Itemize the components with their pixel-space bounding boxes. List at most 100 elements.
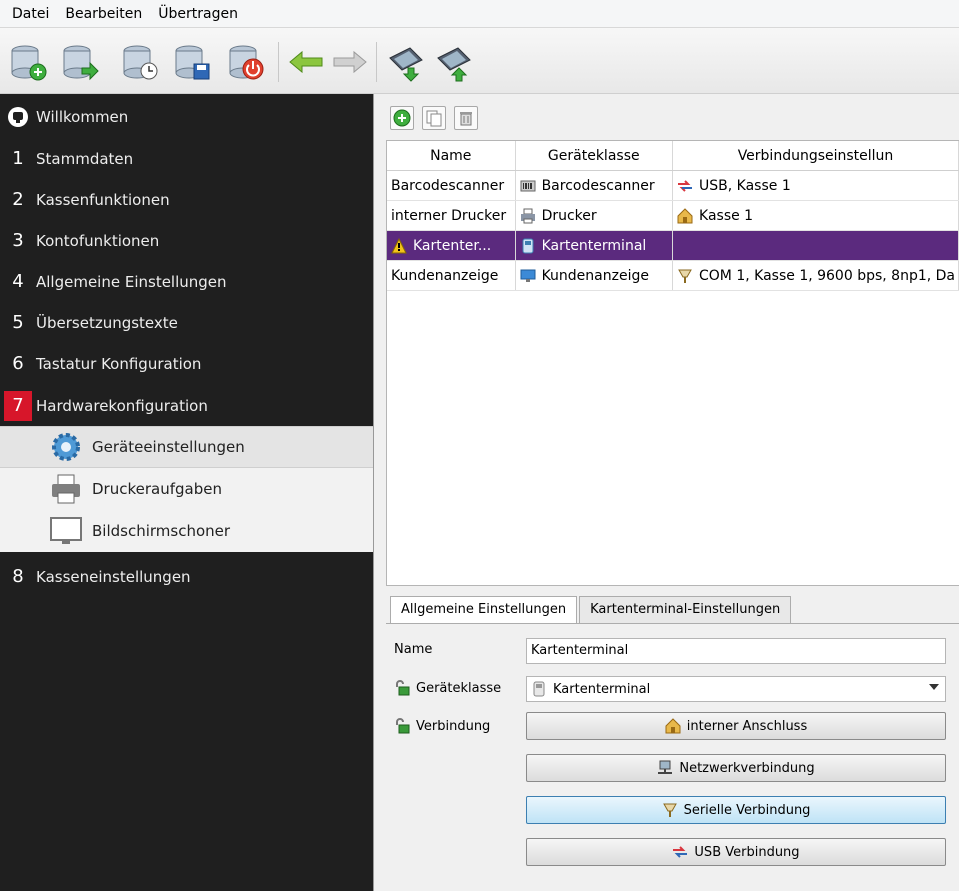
add-device-button[interactable] bbox=[390, 106, 414, 130]
cell-verbindung-label: USB, Kasse 1 bbox=[699, 177, 791, 194]
barcode-scanner-icon bbox=[520, 180, 536, 191]
column-header-verbindung[interactable]: Verbindungseinstellun bbox=[673, 141, 959, 170]
copy-icon bbox=[426, 110, 442, 127]
cell-klasse: Kundenanzeige bbox=[516, 261, 674, 290]
main-content: Name Geräteklasse Verbindungseinstellun … bbox=[373, 94, 959, 891]
sidebar-subitem-druckeraufgaben[interactable]: Druckeraufgaben bbox=[0, 468, 373, 510]
nav-number: 1 bbox=[12, 148, 24, 169]
cell-klasse-label: Kundenanzeige bbox=[541, 267, 649, 284]
column-header-name[interactable]: Name bbox=[387, 141, 516, 170]
cell-klasse-label: Drucker bbox=[541, 207, 597, 224]
cell-klasse: Drucker bbox=[516, 201, 674, 230]
sidebar-subitem-bildschirmschoner[interactable]: Bildschirmschoner bbox=[0, 510, 373, 552]
usb-verbindung-button[interactable]: USB Verbindung bbox=[526, 838, 946, 866]
table-row[interactable]: Kundenanzeige Kundenanzeige COM 1, Kasse… bbox=[387, 261, 959, 291]
sidebar-item-kassenfunktionen[interactable]: 2 Kassenfunktionen bbox=[0, 179, 373, 220]
sidebar-item-label: Stammdaten bbox=[36, 149, 134, 168]
add-icon bbox=[393, 109, 411, 127]
sidebar-item-label: Tastatur Konfiguration bbox=[36, 354, 202, 373]
sidebar-item-uebersetzungstexte[interactable]: 5 Übersetzungstexte bbox=[0, 302, 373, 343]
usb-icon bbox=[678, 179, 693, 192]
menu-bearbeiten[interactable]: Bearbeiten bbox=[57, 1, 150, 27]
column-header-geraeteklasse[interactable]: Geräteklasse bbox=[516, 141, 673, 170]
tab-allgemeine-einstellungen[interactable]: Allgemeine Einstellungen bbox=[390, 596, 578, 626]
serielle-verbindung-button[interactable]: Serielle Verbindung bbox=[526, 796, 946, 824]
sidebar-item-hardwarekonfiguration[interactable]: 7 Hardwarekonfiguration bbox=[0, 385, 373, 426]
customer-display-icon bbox=[520, 269, 536, 282]
sidebar-item-stammdaten[interactable]: 1 Stammdaten bbox=[0, 138, 373, 179]
cell-verbindung bbox=[673, 231, 959, 260]
sidebar-subitem-geraeteeinstellungen[interactable]: Geräteeinstellungen bbox=[0, 426, 373, 468]
sidebar-item-kontofunktionen[interactable]: 3 Kontofunktionen bbox=[0, 220, 373, 261]
unlock-icon bbox=[396, 680, 410, 696]
delete-device-button[interactable] bbox=[454, 106, 478, 130]
nav-number: 8 bbox=[12, 566, 24, 587]
table-row-selected[interactable]: Kartenter... Kartenterminal bbox=[387, 231, 959, 261]
sidebar-item-label: Willkommen bbox=[36, 107, 129, 126]
db-schedule-icon[interactable] bbox=[120, 42, 160, 82]
sidebar-item-label: Allgemeine Einstellungen bbox=[36, 272, 227, 291]
db-add-icon[interactable] bbox=[8, 42, 48, 82]
geraeteklasse-value: Kartenterminal bbox=[553, 681, 651, 697]
verbindung-label: Verbindung bbox=[416, 718, 491, 734]
network-icon bbox=[658, 760, 673, 774]
settings-tabs: Allgemeine Einstellungen Kartenterminal-… bbox=[390, 596, 793, 626]
power-off-icon[interactable] bbox=[226, 42, 266, 82]
name-field[interactable]: Kartenterminal bbox=[526, 638, 946, 664]
device-table: Name Geräteklasse Verbindungseinstellun … bbox=[386, 140, 959, 586]
db-save-icon[interactable] bbox=[172, 42, 212, 82]
toolbar bbox=[0, 28, 959, 94]
geraeteklasse-select[interactable]: Kartenterminal bbox=[526, 676, 946, 702]
sidebar-item-kasseneinstellungen[interactable]: 8 Kasseneinstellungen bbox=[0, 556, 373, 597]
sidebar-subitem-label: Bildschirmschoner bbox=[92, 522, 231, 540]
cell-name: interner Drucker bbox=[387, 201, 516, 230]
sidebar-item-tastatur-konfiguration[interactable]: 6 Tastatur Konfiguration bbox=[0, 343, 373, 384]
copy-device-button[interactable] bbox=[422, 106, 446, 130]
menu-uebertragen[interactable]: Übertragen bbox=[150, 1, 246, 27]
db-export-icon[interactable] bbox=[60, 42, 100, 82]
sidebar-subitem-label: Druckeraufgaben bbox=[92, 480, 222, 498]
device-download-icon[interactable] bbox=[386, 42, 426, 82]
card-terminal-icon bbox=[522, 238, 534, 253]
cell-klasse: Barcodescanner bbox=[516, 171, 674, 200]
menu-datei[interactable]: Datei bbox=[4, 1, 57, 27]
device-toolbar bbox=[390, 106, 478, 130]
button-label: interner Anschluss bbox=[686, 718, 808, 734]
table-row[interactable]: Barcodescanner Barcodescanner USB, Kasse… bbox=[387, 171, 959, 201]
sidebar-item-label: Übersetzungstexte bbox=[36, 313, 178, 332]
button-label: USB Verbindung bbox=[694, 844, 800, 860]
card-terminal-icon bbox=[533, 681, 545, 697]
button-label: Netzwerkverbindung bbox=[679, 760, 815, 776]
geraeteklasse-label-row: Geräteklasse bbox=[394, 680, 501, 696]
house-icon bbox=[677, 207, 693, 223]
tab-kartenterminal-einstellungen[interactable]: Kartenterminal-Einstellungen bbox=[579, 596, 792, 624]
nav-number-active: 7 bbox=[4, 390, 32, 421]
cell-verbindung: COM 1, Kasse 1, 9600 bps, 8np1, Da bbox=[673, 261, 959, 290]
trash-icon bbox=[460, 112, 472, 126]
app-logo-icon bbox=[0, 106, 36, 128]
sidebar-item-allgemeine-einstellungen[interactable]: 4 Allgemeine Einstellungen bbox=[0, 261, 373, 302]
geraeteklasse-label: Geräteklasse bbox=[416, 680, 502, 696]
netzwerkverbindung-button[interactable]: Netzwerkverbindung bbox=[526, 754, 946, 782]
serial-port-icon bbox=[662, 803, 677, 817]
warning-icon bbox=[391, 237, 407, 253]
cell-klasse-label: Barcodescanner bbox=[541, 177, 655, 194]
table-row[interactable]: interner Drucker Drucker Kasse 1 bbox=[387, 201, 959, 231]
sidebar-item-label: Kontofunktionen bbox=[36, 231, 160, 250]
cell-verbindung: Kasse 1 bbox=[673, 201, 959, 230]
serial-port-icon bbox=[678, 269, 692, 283]
monitor-icon bbox=[50, 517, 82, 544]
toolbar-separator bbox=[376, 42, 377, 82]
printer-icon bbox=[520, 208, 535, 223]
sidebar: Willkommen 1 Stammdaten 2 Kassenfunktion… bbox=[0, 94, 373, 891]
sidebar-item-welcome[interactable]: Willkommen bbox=[0, 96, 373, 137]
sidebar-item-label: Kasseneinstellungen bbox=[36, 567, 191, 586]
arrow-right-icon[interactable] bbox=[330, 42, 370, 82]
arrow-left-icon[interactable] bbox=[286, 42, 326, 82]
usb-icon bbox=[673, 846, 688, 858]
interner-anschluss-button[interactable]: interner Anschluss bbox=[526, 712, 946, 740]
device-upload-icon[interactable] bbox=[434, 42, 474, 82]
cell-verbindung-label: COM 1, Kasse 1, 9600 bps, 8np1, Da bbox=[699, 267, 956, 284]
table-header: Name Geräteklasse Verbindungseinstellun bbox=[387, 141, 959, 171]
nav-number: 2 bbox=[12, 189, 24, 210]
